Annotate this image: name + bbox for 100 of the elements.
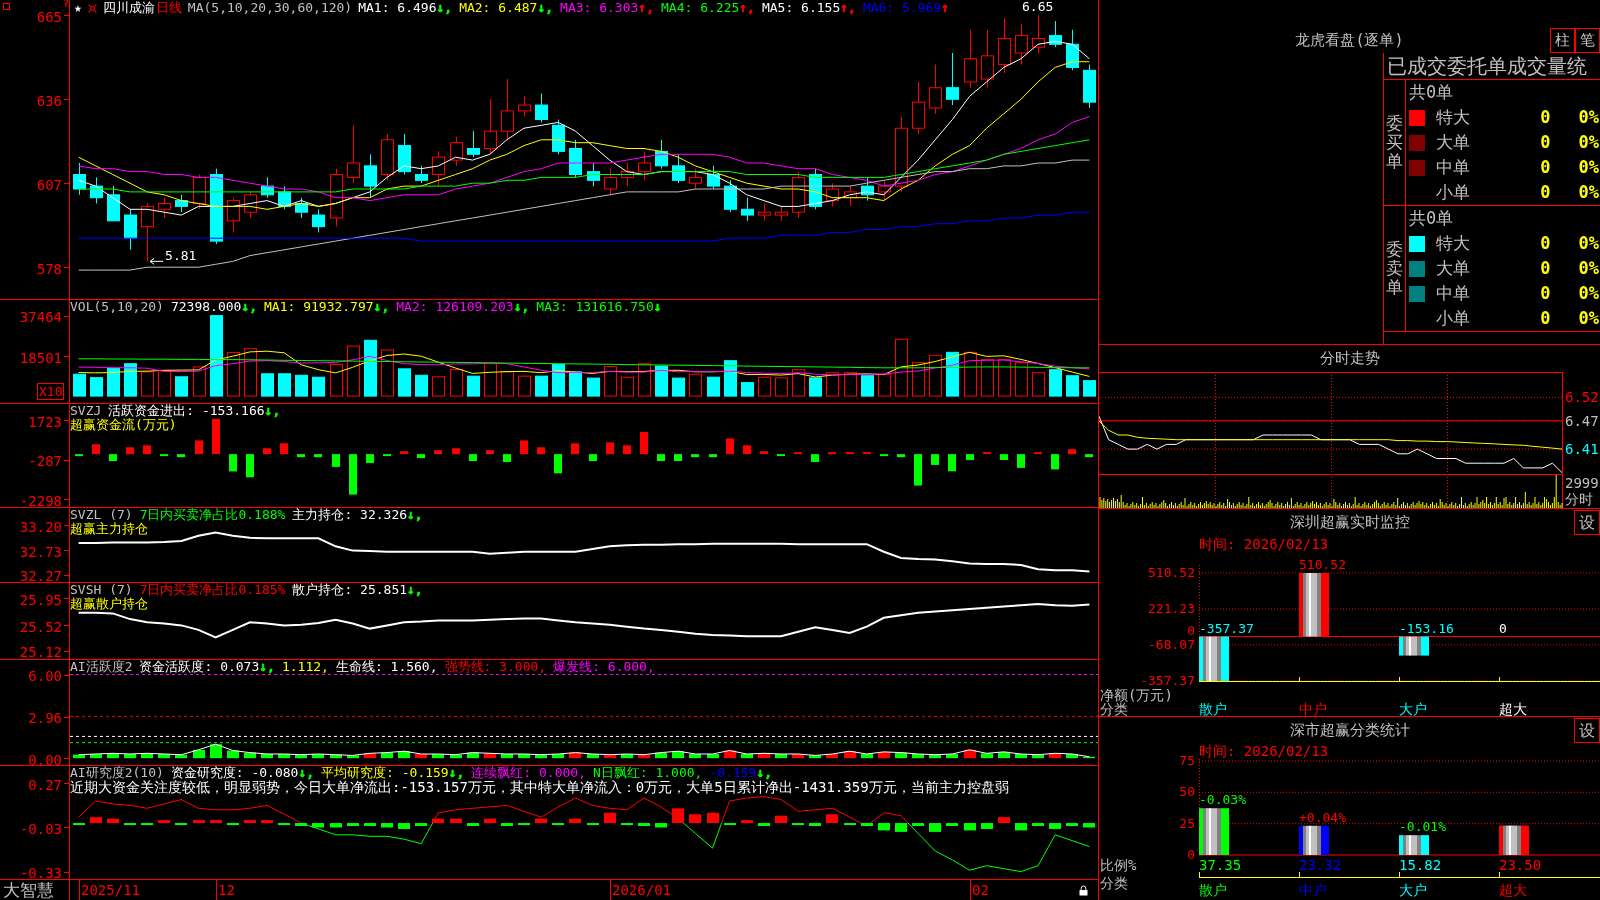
research-bar [227,823,239,826]
research-bar [450,818,462,824]
group-label: 委卖单 [1386,240,1403,297]
trend-arrow: ↓, [259,660,275,674]
settings-button[interactable]: 设 [1574,718,1600,743]
fund-flow-bar [657,454,665,461]
chart-title: 深圳超赢实时监控 [1289,514,1410,531]
chart-mode-button[interactable]: 柱 [1550,28,1575,53]
legend-text: 爆发线: 6.000, [553,660,655,674]
fund-flow-bar [948,454,956,472]
volume-bar [552,364,565,397]
volume-bar [107,367,120,397]
research-bar [964,823,976,831]
candlestick [330,168,343,228]
ratio-bar [1399,835,1429,855]
activity-bar [552,754,564,759]
settings-button[interactable]: 设 [1574,510,1600,535]
research-bar [1032,823,1044,826]
legend-text: 散户持仓: 25.851 [292,583,408,597]
fund-flow-bar [811,454,819,462]
axis-title: 分类 [1100,702,1128,716]
square-icon [3,3,10,10]
legend-text: 7日内买卖净占比0.188% [139,508,286,522]
volume-bar [467,375,480,397]
trend-arrow: ↓, [241,300,258,314]
order-percent: 0% [1578,183,1600,202]
table-heading: 已成交委托单成交量统 [1387,55,1587,77]
chart-mode-button[interactable]: 笔 [1575,28,1600,53]
activity-bar [826,754,838,759]
axis-label: 37464 [19,309,62,326]
indicator-name: VOL(5,10,20) [70,300,164,314]
research-bar [878,823,890,831]
axis-title: 分类 [1100,876,1128,891]
fund-flow-bar [828,452,836,455]
candlestick [672,153,685,184]
axis-label: 665 [36,8,62,25]
research-bar [912,823,924,826]
research-bar [330,823,342,828]
axis-label: -0.33 [19,865,62,882]
net-amount-bar [1199,636,1229,681]
volume-bar [1032,372,1045,397]
axis-label: 578 [36,260,62,277]
research-bar [724,823,736,826]
volume-bar [381,349,394,397]
lock-icon [1079,885,1088,896]
trend-arrow: ↓, [298,766,315,780]
candlestick [73,162,86,196]
trend-arrow: ↓, [537,0,554,16]
activity-bar [295,754,307,759]
activity-bar [912,754,924,759]
net-amount-bar [1299,573,1329,637]
axis-label: -68.07 [1148,638,1195,652]
candlestick [946,52,959,106]
activity-bar [1049,753,1061,759]
axis-label: 221.23 [1148,602,1195,616]
candlestick [792,171,805,219]
research-bar [707,812,719,824]
date-label: 02 [972,882,989,898]
volume-bar [964,351,977,397]
volume-bar [826,372,839,397]
axis-label: 75 [1179,754,1195,768]
order-percent: 0% [1578,234,1600,253]
candlestick [244,191,257,219]
fund-flow-bar [1017,454,1025,468]
order-type-label: 大单 [1436,259,1470,278]
summary-text: 近期大资金关注度较低，明显弱势，今日大单净流出:-153.157万元，其中特大单净流入：0万元，大单5日累计净出-1431.359万元，当前主力控盘弱 [70,780,1009,795]
activity-bar [724,750,736,759]
volume-bar [604,366,617,397]
activity-bar [381,752,393,759]
axis-title: 比例% [1100,858,1137,873]
research-bar [1015,823,1027,831]
order-type-label: 中单 [1436,284,1470,303]
fund-flow-bar [195,440,203,455]
value-label: 510.52 [1299,558,1346,572]
time-label: 时间: 2026/02/13 [1199,743,1329,759]
stock-name: 四川成渝 [102,0,155,16]
volume-bar [141,371,154,397]
candlestick [278,185,291,210]
volume-bar [73,373,86,397]
trend-arrow: ↑ [941,0,949,16]
research-bar [381,823,393,828]
price-annotation: 5.81 [165,249,197,264]
research-bar [998,817,1010,824]
research-bar [809,823,821,826]
fund-flow-bar [366,454,374,463]
trend-arrow: ↑, [739,0,755,16]
research-bar [484,818,496,824]
candlestick [998,17,1011,74]
axis-label: 6.47 [1565,412,1599,429]
axis-label: 6.41 [1565,441,1599,458]
legend-text: MA2: 6.487 [459,0,538,16]
order-type-label: 大单 [1436,133,1470,152]
activity-bar [964,749,976,759]
candlestick [518,95,531,118]
candlestick [1049,20,1062,48]
fund-flow-bar [794,452,802,455]
fund-flow-bar [469,454,477,461]
fund-flow-bar [726,438,734,455]
research-bar [621,823,633,826]
research-bar [1066,823,1078,826]
